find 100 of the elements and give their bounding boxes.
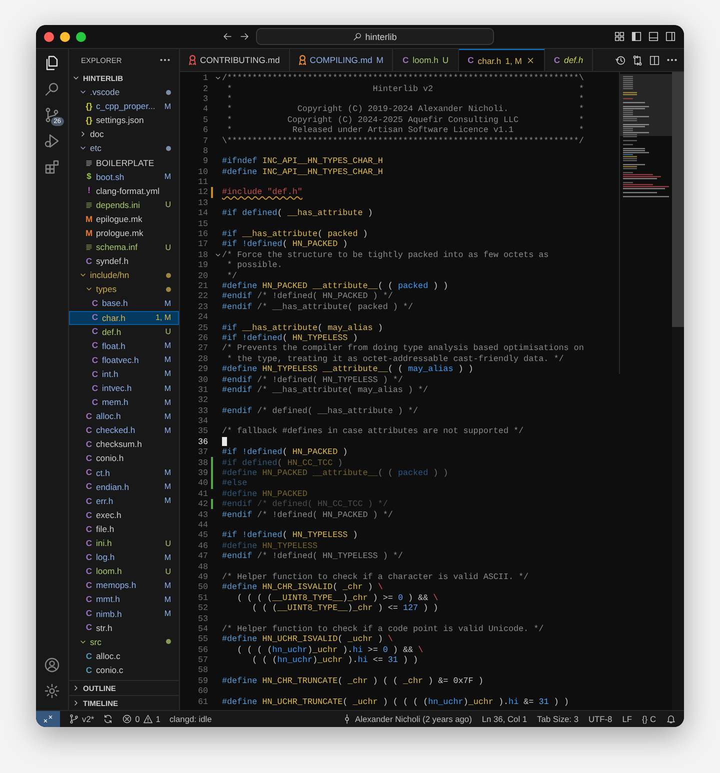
problems-status[interactable]: 0 1 [122,714,160,724]
folder-item[interactable]: include/hn [69,268,179,282]
file-item[interactable]: C conio.c [69,662,179,677]
file-item[interactable]: {} c_cpp_proper... M [69,99,179,114]
file-item[interactable]: depends.ini U [69,198,179,212]
file-name: exec.h [96,510,122,520]
line-number: 18 [196,250,208,260]
line-number: 7 [202,136,208,146]
compare-changes-icon[interactable] [632,54,643,66]
file-item[interactable]: {} settings.json [69,113,179,128]
git-status-label: M [164,496,171,506]
language-server-status[interactable]: clangd: idle [169,714,212,724]
command-center-search[interactable]: hinterlib [256,28,494,45]
file-item[interactable]: C alloc.h M [69,409,179,424]
file-item[interactable]: C log.h M [69,550,179,564]
editor-tab[interactable]: C char.h 1, M [458,49,545,71]
line-number: 2 [202,84,208,94]
minimize-window-button[interactable] [60,32,70,42]
git-blame-status[interactable]: Alexander Nicholi (2 years ago) [342,714,472,724]
remote-button[interactable] [36,711,60,727]
file-item[interactable]: M prologue.mk [69,226,179,240]
language-mode-status[interactable]: {} C [642,714,656,724]
folder-item[interactable]: .vscode [69,85,179,100]
file-item[interactable]: C str.h [69,620,179,635]
code-line: #endif /* !defined( HN_TYPELESS ) */ [222,551,403,562]
file-item[interactable]: C alloc.c [69,648,179,663]
warning-icon [142,714,153,724]
file-item[interactable]: BOILERPLATE [69,155,179,170]
run-debug-icon[interactable] [44,133,60,149]
file-item[interactable]: C ini.h U [69,536,179,550]
file-type-icon: C [554,56,560,64]
toggle-panel-icon[interactable] [648,31,659,42]
file-item[interactable]: C base.h M [69,296,179,310]
git-status-label: M [164,482,171,492]
toggle-secondary-sidebar-icon[interactable] [665,31,676,42]
file-item[interactable]: C exec.h [69,508,179,522]
bell-icon[interactable] [666,714,676,724]
files-icon[interactable] [44,55,60,71]
file-name: conio.h [96,453,124,464]
scrollbar[interactable] [672,72,684,327]
file-item[interactable]: C mmt.h M [69,592,179,606]
folder-item[interactable]: types [69,282,179,296]
file-item[interactable]: C intvec.h M [69,380,179,396]
line-number: 4 [202,104,208,114]
file-item[interactable]: C loom.h U [69,564,179,578]
file-item[interactable]: C char.h 1, M [69,310,179,325]
history-icon[interactable] [615,54,626,66]
search-icon[interactable] [44,81,60,97]
file-item[interactable]: C mem.h M [69,395,179,410]
folder-item[interactable]: doc [69,127,179,142]
file-item[interactable]: C float.h M [69,338,179,353]
file-item[interactable]: C endian.h M [69,480,179,494]
settings-icon[interactable] [44,683,60,699]
git-status-label: 1, M [505,56,522,66]
forward-arrow-icon[interactable] [239,31,250,42]
minimap[interactable] [619,72,672,374]
file-name: prologue.mk [96,228,144,238]
file-item[interactable]: C memops.h M [69,578,179,592]
file-item[interactable]: C def.h U [69,324,179,339]
file-item[interactable]: ! clang-format.yml [69,184,179,198]
folder-item[interactable]: etc [69,141,179,156]
file-item[interactable]: C ct.h M [69,466,179,480]
close-icon[interactable] [526,56,535,65]
file-name: int.h [102,368,118,379]
back-arrow-icon[interactable] [222,31,233,42]
folder-item[interactable]: src [69,634,179,649]
account-icon[interactable] [44,657,60,673]
file-type-icon: C [92,370,98,378]
close-window-button[interactable] [44,32,54,42]
maximize-window-button[interactable] [76,32,86,42]
file-item[interactable]: C int.h M [69,366,179,381]
file-item[interactable]: C file.h [69,522,179,536]
code-line: #if defined( HN_CC_TCC ) [222,458,343,468]
extensions-icon[interactable] [44,159,60,175]
file-item[interactable]: M epilogue.mk [69,212,179,226]
branch-status[interactable]: v2* [69,714,94,724]
file-item[interactable]: C nimb.h M [69,606,179,621]
file-item[interactable]: C checked.h M [69,423,179,438]
file-item[interactable]: C checksum.h [69,437,179,452]
toggle-sidebar-icon[interactable] [631,31,642,42]
file-item[interactable]: C floatvec.h M [69,352,179,367]
indentation-status[interactable]: Tab Size: 3 [537,714,578,724]
file-item[interactable]: schema.inf U [69,240,179,254]
file-name: checked.h [96,425,136,436]
file-item[interactable]: $ boot.sh M [69,170,179,184]
code-line: #endif /* __has_attribute( packed ) */ [222,302,413,312]
branch-icon[interactable] [44,107,60,123]
cursor-position[interactable]: Ln 36, Col 1 [482,714,528,724]
file-type-icon: C [86,524,92,534]
file-item[interactable]: C syndef.h [69,254,179,268]
sync-icon[interactable] [103,714,114,724]
file-item[interactable]: C conio.h [69,451,179,466]
layout-icon[interactable] [614,31,625,42]
file-item[interactable]: C err.h M [69,494,179,508]
file-type-icon: C [86,538,92,548]
encoding-status[interactable]: UTF-8 [588,714,612,724]
split-editor-icon[interactable] [649,54,660,66]
git-status-label: M [164,172,171,182]
line-ending-status[interactable]: LF [622,714,632,724]
code-line: #define HN_UCHR_TRUNCATE( _uchr ) ( ( ( (hn_uchr)_uchr ).hi &= 31 ) ) [222,696,569,707]
